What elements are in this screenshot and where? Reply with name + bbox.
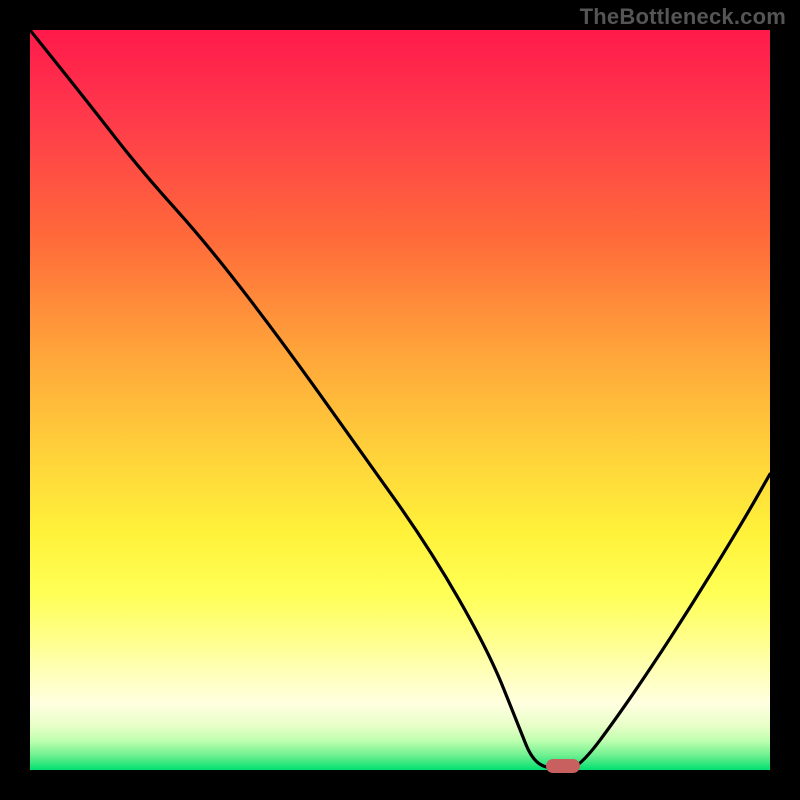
chart-frame: TheBottleneck.com (0, 0, 800, 800)
bottleneck-curve (30, 30, 770, 770)
optimal-marker (546, 759, 580, 773)
plot-area (30, 30, 770, 770)
watermark-text: TheBottleneck.com (580, 4, 786, 30)
